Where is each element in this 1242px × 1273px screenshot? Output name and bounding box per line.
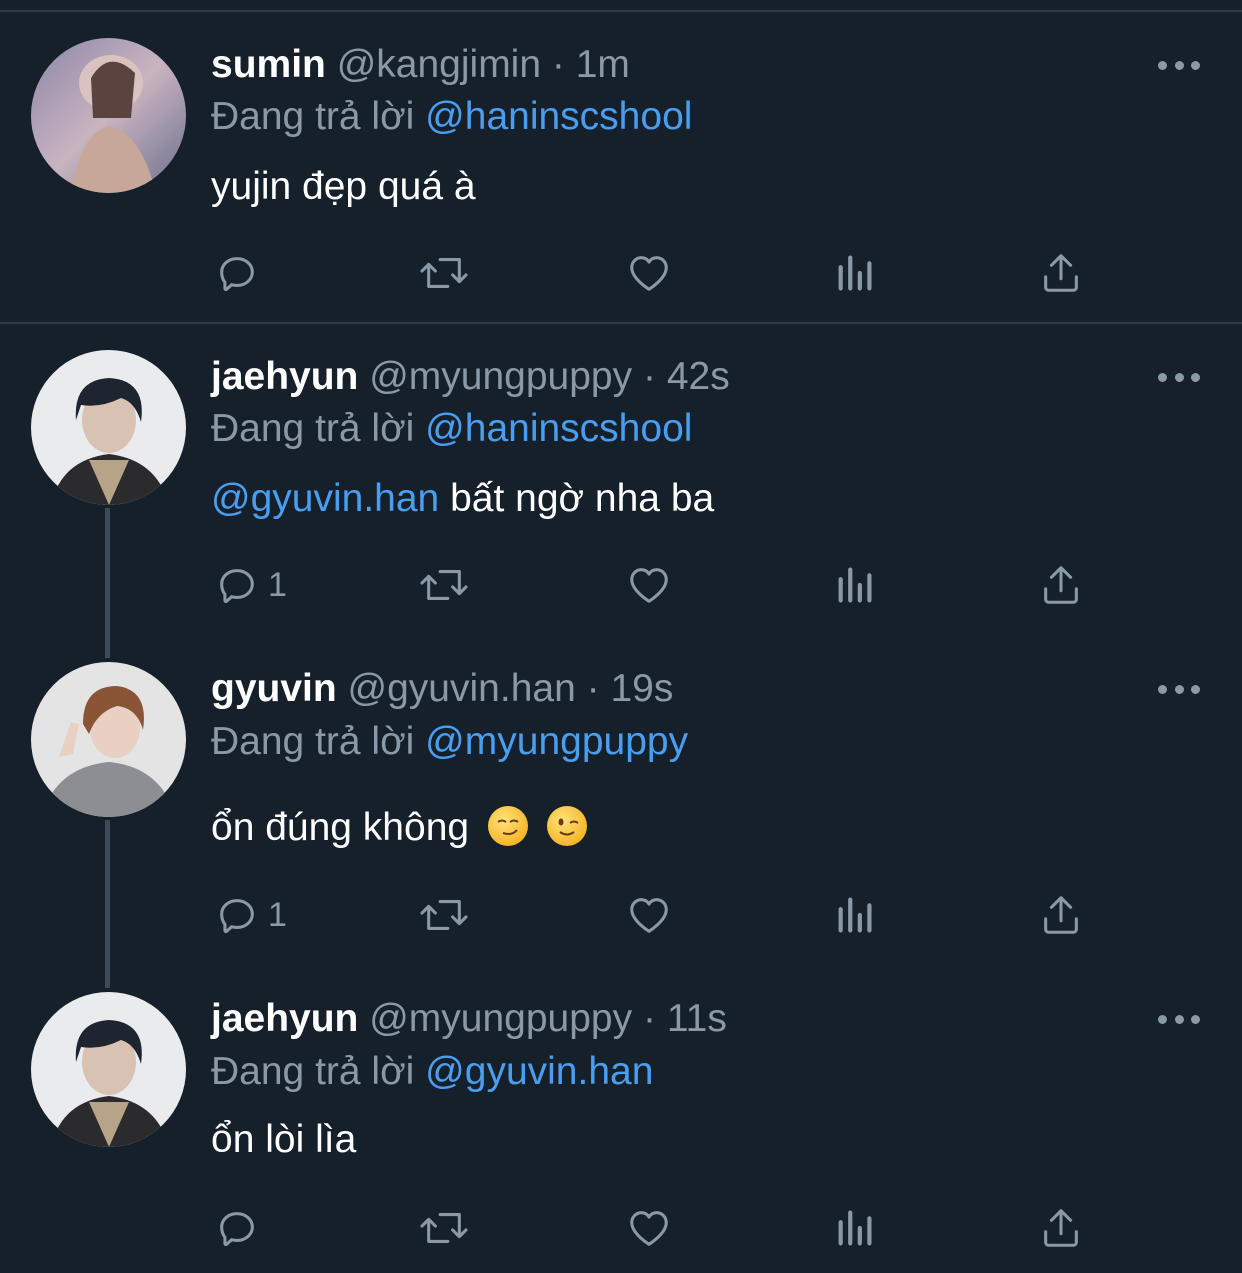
reply-prefix: Đang trả lời bbox=[211, 407, 415, 450]
display-name[interactable]: jaehyun bbox=[211, 997, 358, 1040]
retweet-icon bbox=[420, 900, 468, 930]
reply-icon bbox=[220, 1212, 254, 1247]
replying-to: Đang trả lời @haninscshool bbox=[211, 97, 692, 136]
reply-prefix: Đang trả lời bbox=[211, 1050, 415, 1093]
tweet-text: ổn lòi lìa bbox=[211, 1118, 357, 1161]
reply-button[interactable]: 1 bbox=[214, 555, 287, 615]
tweet-header: sumin @kangjimin · 1m bbox=[211, 45, 630, 84]
tweet-text: @gyuvin.han bất ngờ nha ba bbox=[211, 479, 714, 518]
reply-count: 1 bbox=[268, 895, 287, 934]
more-icon[interactable] bbox=[1158, 1012, 1200, 1026]
reply-prefix: Đang trả lời bbox=[211, 720, 415, 763]
tweet-text: yujin đẹp quá à bbox=[211, 165, 476, 208]
timestamp[interactable]: 42s bbox=[667, 355, 730, 398]
tweet-body: bất ngờ nha ba bbox=[450, 477, 715, 520]
handle[interactable]: @gyuvin.han bbox=[348, 667, 576, 710]
tweet[interactable]: jaehyun @myungpuppy · 42s Đang trả lời @… bbox=[0, 324, 1242, 644]
handle[interactable]: @myungpuppy bbox=[369, 355, 632, 398]
views-button[interactable] bbox=[834, 243, 878, 303]
action-bar: 1 bbox=[0, 555, 1242, 615]
separator-dot: · bbox=[642, 355, 656, 398]
replying-to: Đang trả lời @gyuvin.han bbox=[211, 1052, 653, 1091]
like-button[interactable] bbox=[626, 243, 672, 303]
winking-face-emoji bbox=[546, 806, 587, 846]
avatar[interactable] bbox=[31, 38, 186, 193]
retweet-icon bbox=[420, 570, 468, 600]
share-button[interactable] bbox=[1039, 1198, 1083, 1258]
analytics-icon bbox=[838, 567, 872, 603]
separator-dot: · bbox=[551, 43, 565, 86]
tweet-header: jaehyun @myungpuppy · 42s bbox=[211, 357, 730, 396]
tweet[interactable]: sumin @kangjimin · 1m Đang trả lời @hani… bbox=[0, 0, 1242, 322]
reply-to-mention[interactable]: @haninscshool bbox=[425, 95, 692, 138]
like-button[interactable] bbox=[626, 555, 672, 615]
views-button[interactable] bbox=[834, 1198, 878, 1258]
text-mention[interactable]: @gyuvin.han bbox=[211, 477, 439, 520]
share-button[interactable] bbox=[1039, 555, 1083, 615]
avatar[interactable] bbox=[31, 662, 186, 817]
more-icon[interactable] bbox=[1158, 682, 1200, 696]
replying-to: Đang trả lời @haninscshool bbox=[211, 409, 692, 448]
separator-dot: · bbox=[586, 667, 600, 710]
reply-icon bbox=[220, 257, 254, 292]
heart-icon bbox=[630, 898, 668, 933]
action-bar: 1 bbox=[0, 885, 1242, 945]
heart-icon bbox=[630, 568, 668, 603]
retweet-button[interactable] bbox=[417, 1198, 471, 1258]
views-button[interactable] bbox=[834, 555, 878, 615]
replying-to: Đang trả lời @myungpuppy bbox=[211, 722, 688, 761]
tweet[interactable]: jaehyun @myungpuppy · 11s Đang trả lời @… bbox=[0, 974, 1242, 1273]
share-icon bbox=[1044, 896, 1078, 934]
like-button[interactable] bbox=[626, 885, 672, 945]
analytics-icon bbox=[838, 1210, 872, 1246]
reply-button[interactable] bbox=[214, 1198, 268, 1258]
retweet-icon bbox=[420, 1213, 468, 1243]
retweet-button[interactable] bbox=[417, 885, 471, 945]
display-name[interactable]: gyuvin bbox=[211, 667, 337, 710]
share-icon bbox=[1044, 566, 1078, 604]
share-button[interactable] bbox=[1039, 243, 1083, 303]
reply-icon bbox=[220, 899, 254, 934]
more-icon[interactable] bbox=[1158, 370, 1200, 384]
retweet-icon bbox=[420, 258, 468, 288]
share-icon bbox=[1044, 1209, 1078, 1247]
more-icon[interactable] bbox=[1158, 58, 1200, 72]
retweet-button[interactable] bbox=[417, 555, 471, 615]
display-name[interactable]: jaehyun bbox=[211, 355, 358, 398]
tweet[interactable]: gyuvin @gyuvin.han · 19s Đang trả lời @m… bbox=[0, 644, 1242, 974]
separator-dot: · bbox=[642, 997, 656, 1040]
analytics-icon bbox=[838, 255, 872, 291]
avatar[interactable] bbox=[31, 350, 186, 505]
tweet-header: gyuvin @gyuvin.han · 19s bbox=[211, 669, 673, 708]
reply-button[interactable]: 1 bbox=[214, 885, 287, 945]
reply-to-mention[interactable]: @myungpuppy bbox=[425, 720, 688, 763]
timestamp[interactable]: 11s bbox=[667, 997, 727, 1040]
retweet-button[interactable] bbox=[417, 243, 471, 303]
reply-prefix: Đang trả lời bbox=[211, 95, 415, 138]
analytics-icon bbox=[838, 897, 872, 933]
action-bar bbox=[0, 243, 1242, 303]
heart-icon bbox=[630, 256, 668, 291]
tweet-body: ổn đúng không bbox=[211, 806, 470, 849]
reply-count: 1 bbox=[268, 565, 287, 604]
like-button[interactable] bbox=[626, 1198, 672, 1258]
reply-to-mention[interactable]: @gyuvin.han bbox=[425, 1050, 653, 1093]
smirking-face-emoji bbox=[487, 806, 528, 846]
timestamp[interactable]: 19s bbox=[610, 667, 673, 710]
tweet-header: jaehyun @myungpuppy · 11s bbox=[211, 999, 727, 1038]
reply-icon bbox=[220, 569, 254, 604]
handle[interactable]: @myungpuppy bbox=[369, 997, 632, 1040]
handle[interactable]: @kangjimin bbox=[337, 43, 541, 86]
reply-button[interactable] bbox=[214, 243, 268, 303]
share-icon bbox=[1044, 254, 1078, 292]
avatar[interactable] bbox=[31, 992, 186, 1147]
timestamp[interactable]: 1m bbox=[576, 43, 630, 86]
views-button[interactable] bbox=[834, 885, 878, 945]
action-bar bbox=[0, 1198, 1242, 1258]
display-name[interactable]: sumin bbox=[211, 43, 326, 86]
tweet-text: ổn đúng không bbox=[211, 806, 587, 847]
reply-to-mention[interactable]: @haninscshool bbox=[425, 407, 692, 450]
heart-icon bbox=[630, 1211, 668, 1246]
share-button[interactable] bbox=[1039, 885, 1083, 945]
